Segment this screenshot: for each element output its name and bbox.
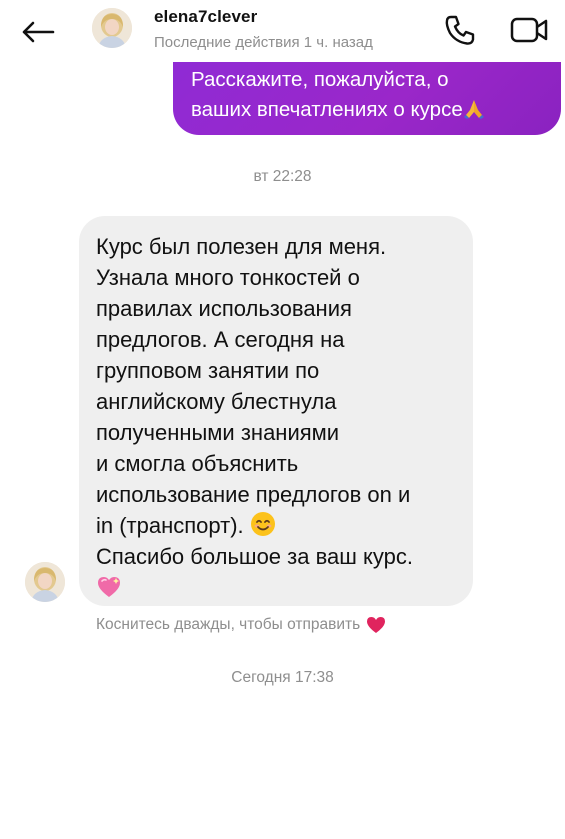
double-tap-text: Коснитесь дважды, чтобы отправить xyxy=(96,616,361,633)
message-line: и смогла объяснить xyxy=(96,451,299,476)
message-line: предлогов. А сегодня на xyxy=(96,327,345,352)
message-line: правилах использования xyxy=(96,296,352,321)
arrow-left-icon xyxy=(22,21,55,43)
message-timestamp: Сегодня 17:38 xyxy=(231,669,334,686)
message-line-with-emoji: ваших впечатлениях о курсе xyxy=(191,95,545,125)
video-call-button[interactable] xyxy=(508,10,550,50)
message-line-with-emoji: in (транспорт). xyxy=(96,510,459,541)
red-heart-icon xyxy=(367,617,386,633)
message-line: английскому блестнула xyxy=(96,389,337,414)
incoming-message-bubble[interactable]: Курс был полезен для меня. Узнала много … xyxy=(79,216,473,606)
message-line: in (транспорт). xyxy=(96,513,244,538)
chat-header: elena7clever Последние действия 1 ч. наз… xyxy=(0,0,565,62)
video-camera-icon xyxy=(510,17,548,43)
double-tap-like-hint[interactable]: Коснитесь дважды, чтобы отправить xyxy=(96,616,386,634)
message-line: ваших впечатлениях о курсе xyxy=(191,98,463,121)
folded-hands-emoji xyxy=(463,100,484,119)
message-line-with-emoji xyxy=(96,572,459,603)
phone-icon xyxy=(445,15,475,45)
sender-avatar[interactable] xyxy=(25,562,65,602)
avatar-image xyxy=(92,8,132,48)
message-line: Курс был полезен для меня. xyxy=(96,234,387,259)
smiling-face-emoji xyxy=(250,512,275,536)
message-line: полученными знаниями xyxy=(96,420,340,445)
message-line: Узнала много тонкостей о xyxy=(96,265,360,290)
back-button[interactable] xyxy=(18,12,58,52)
message-line: групповом занятии по xyxy=(96,358,320,383)
message-line: Спасибо большое за ваш курс. xyxy=(96,544,414,569)
message-line: Расскажите, пожалуйста, о xyxy=(191,68,449,91)
message-line: использование предлогов on и xyxy=(96,482,411,507)
avatar[interactable] xyxy=(92,8,132,48)
sparkling-heart-emoji xyxy=(98,577,120,597)
chat-username[interactable]: elena7clever xyxy=(154,7,257,27)
message-timestamp: вт 22:28 xyxy=(253,168,312,185)
audio-call-button[interactable] xyxy=(440,10,480,50)
avatar-image xyxy=(25,562,65,602)
activity-status: Последние действия 1 ч. назад xyxy=(154,34,373,51)
